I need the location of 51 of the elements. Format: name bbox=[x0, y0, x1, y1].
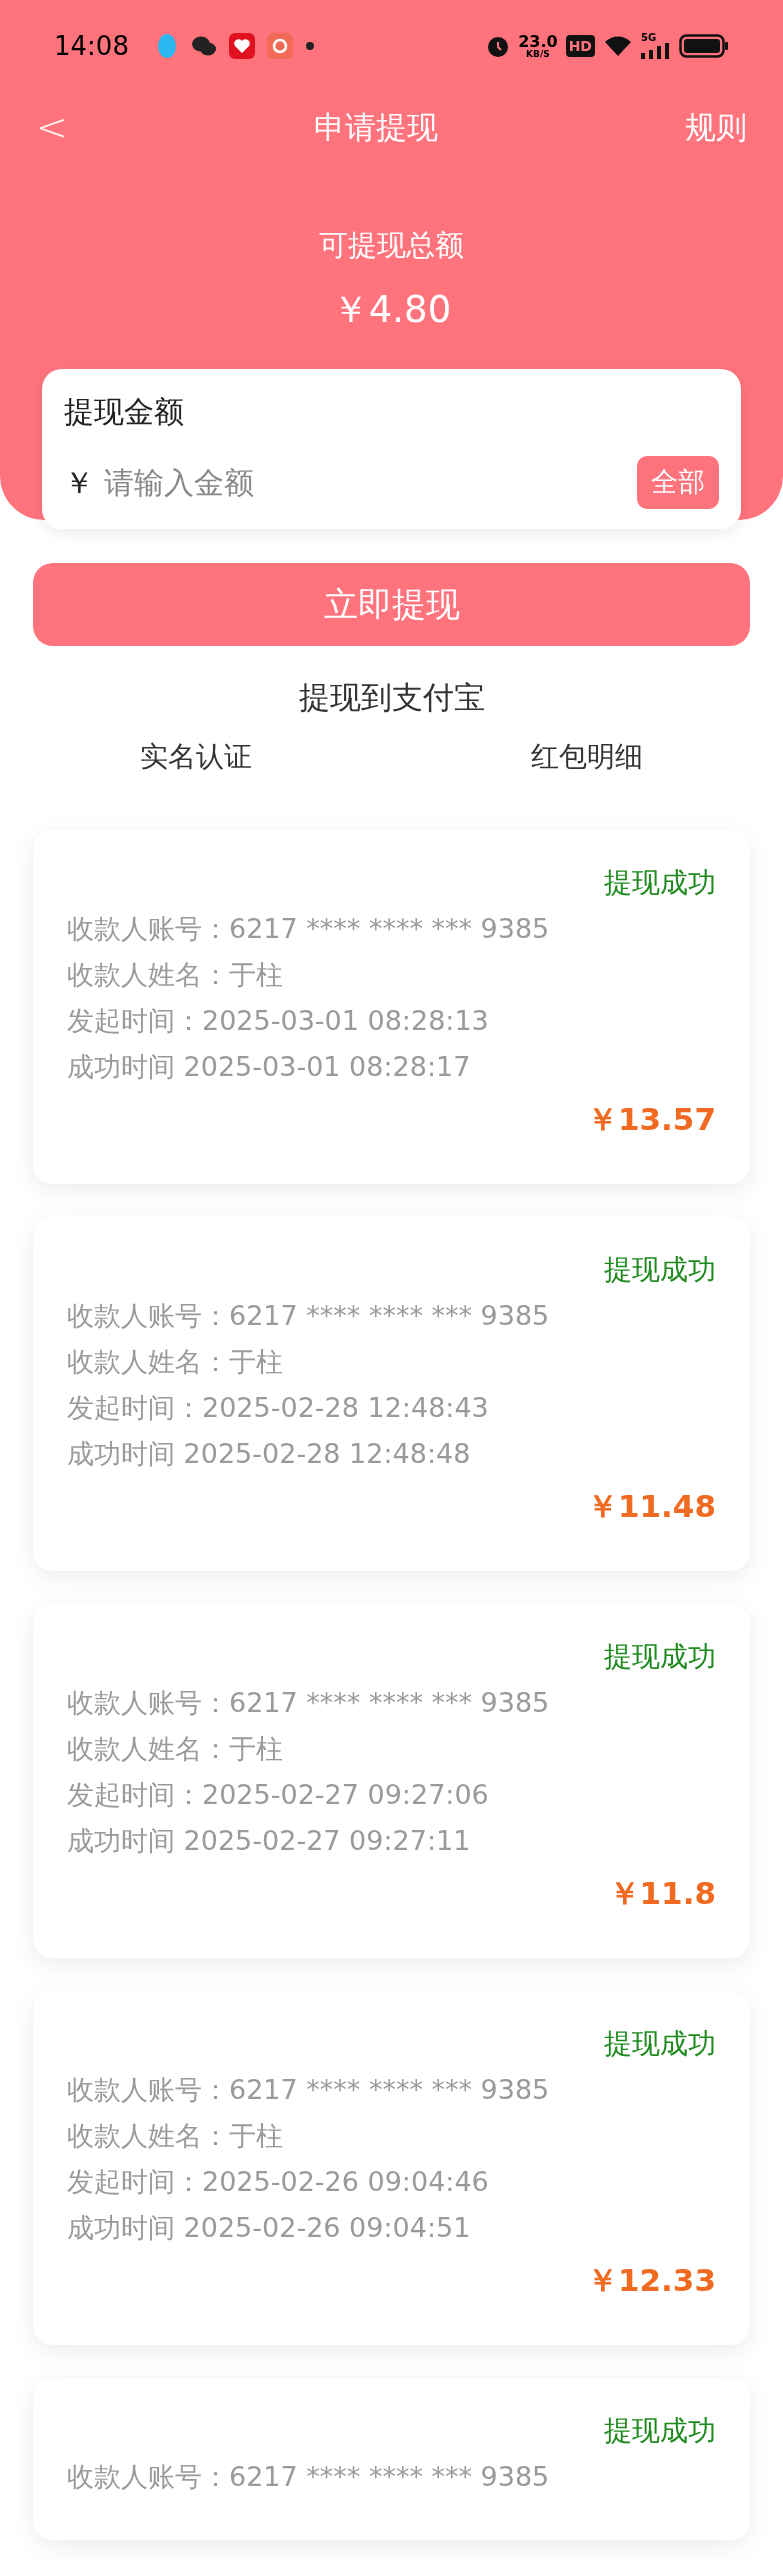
clock-time: 14:08 bbox=[54, 29, 129, 63]
battery-icon bbox=[679, 34, 729, 58]
amount-label: 提现金额 bbox=[64, 393, 185, 431]
destination-label: 提现到支付宝 bbox=[297, 677, 486, 717]
signal-icon bbox=[641, 43, 671, 59]
start-time: 发起时间：2025-02-27 09:27:06 bbox=[67, 1778, 490, 1812]
payee-name: 收款人姓名：于柱 bbox=[67, 2119, 284, 2153]
withdraw-button[interactable]: 立即提现 bbox=[33, 562, 750, 646]
status-label: 提现成功 bbox=[604, 865, 716, 901]
currency-symbol: ￥ bbox=[64, 463, 94, 502]
amount-input[interactable]: 请输入金额 bbox=[104, 459, 627, 505]
alarm-icon bbox=[486, 34, 511, 58]
account-number: 收款人账号：6217 **** **** *** 9385 bbox=[67, 912, 551, 946]
start-time: 发起时间：2025-03-01 08:28:13 bbox=[67, 1004, 490, 1038]
amount: ￥13.57 bbox=[586, 1100, 716, 1139]
amount: ￥12.33 bbox=[586, 2261, 716, 2300]
back-button[interactable]: < bbox=[36, 108, 68, 146]
payee-name: 收款人姓名：于柱 bbox=[67, 1345, 284, 1379]
dot-icon bbox=[304, 41, 315, 51]
app-icon bbox=[266, 33, 293, 59]
wifi-icon bbox=[603, 34, 633, 58]
rules-link[interactable]: 规则 bbox=[685, 103, 747, 151]
hd-badge: HD bbox=[565, 35, 595, 57]
balance-amount: ￥4.80 bbox=[331, 286, 452, 333]
payee-name: 收款人姓名：于柱 bbox=[67, 1732, 284, 1766]
start-time: 发起时间：2025-02-26 09:04:46 bbox=[67, 2165, 490, 2199]
success-time: 成功时间 2025-02-27 09:27:11 bbox=[67, 1824, 472, 1858]
account-number: 收款人账号：6217 **** **** *** 9385 bbox=[67, 2073, 551, 2107]
speed-unit: KB/S bbox=[526, 49, 550, 59]
page-title: 申请提现 bbox=[314, 107, 439, 147]
all-button[interactable]: 全部 bbox=[637, 456, 719, 509]
success-time: 成功时间 2025-03-01 08:28:17 bbox=[67, 1050, 472, 1084]
status-label: 提现成功 bbox=[604, 1639, 716, 1675]
network-type: 5G bbox=[641, 33, 657, 43]
account-number: 收款人账号：6217 **** **** *** 9385 bbox=[67, 1686, 551, 1720]
status-label: 提现成功 bbox=[604, 1252, 716, 1288]
amount: ￥11.48 bbox=[586, 1487, 716, 1526]
amount: ￥11.8 bbox=[608, 1874, 716, 1913]
network-speed: 23.0 bbox=[518, 33, 558, 50]
success-time: 成功时间 2025-02-26 09:04:51 bbox=[67, 2211, 472, 2245]
status-label: 提现成功 bbox=[604, 2026, 716, 2062]
chat-icon bbox=[190, 34, 217, 58]
payee-name: 收款人姓名：于柱 bbox=[67, 958, 284, 992]
account-number: 收款人账号：6217 **** **** *** 9385 bbox=[67, 1299, 551, 1333]
balance-label: 可提现总额 bbox=[319, 227, 464, 264]
status-label: 提现成功 bbox=[604, 2413, 716, 2449]
success-time: 成功时间 2025-02-28 12:48:48 bbox=[67, 1437, 472, 1471]
nav-link[interactable]: 实名认证 bbox=[0, 736, 392, 778]
nav-link[interactable]: 红包明细 bbox=[391, 736, 783, 778]
start-time: 发起时间：2025-02-28 12:48:43 bbox=[67, 1391, 490, 1425]
account-number: 收款人账号：6217 **** **** *** 9385 bbox=[67, 2460, 551, 2494]
